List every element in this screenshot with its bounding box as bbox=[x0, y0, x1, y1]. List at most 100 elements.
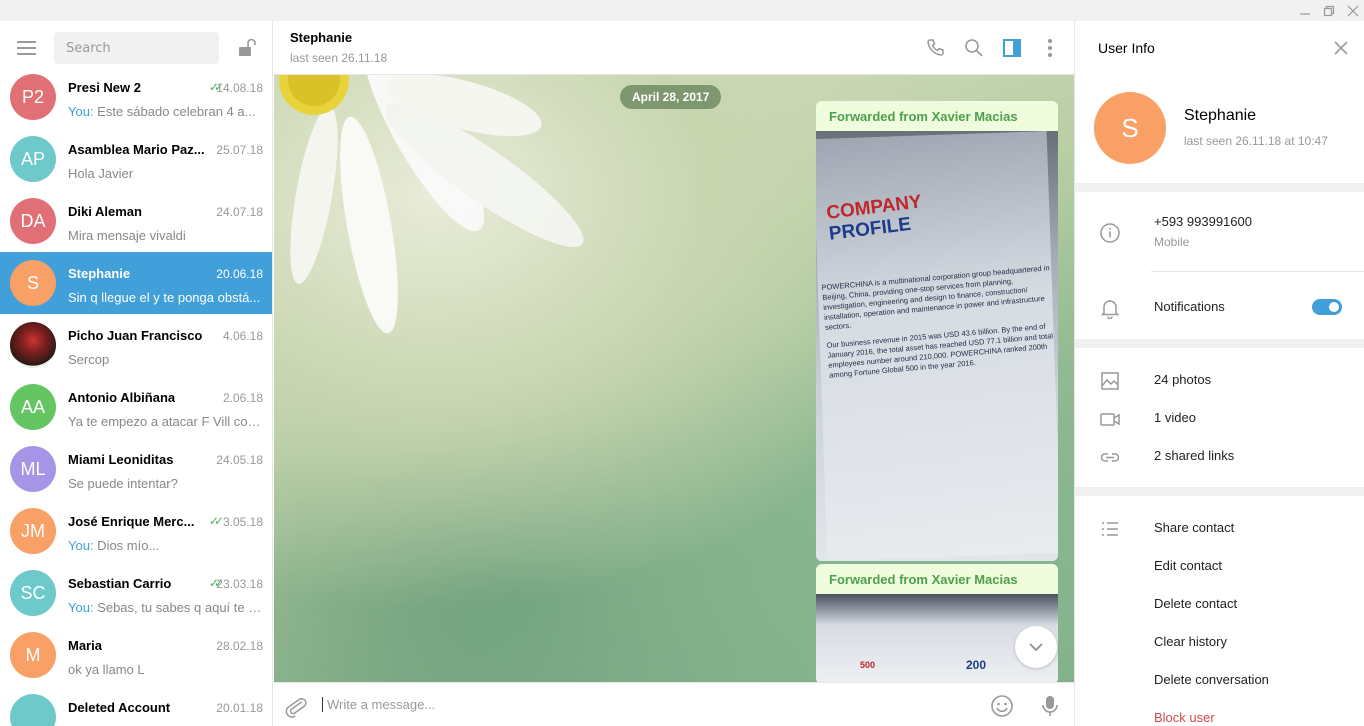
photos-count: 24 photos bbox=[1154, 372, 1212, 387]
chat-list-panel: Search P2 Presi New 2 ✓✓ 14.08.18 You: Este … bbox=[0, 21, 273, 726]
list-icon bbox=[1099, 518, 1121, 540]
chat-preview: Se puede intentar? bbox=[68, 476, 264, 491]
avatar: DA bbox=[10, 198, 56, 244]
chat-date: 28.02.18 bbox=[216, 639, 263, 653]
preview-text: Dios mío... bbox=[93, 538, 160, 553]
close-window-button[interactable] bbox=[1339, 0, 1364, 21]
preview-text: ok ya llamo L bbox=[68, 662, 145, 677]
chat-date: 3.05.18 bbox=[222, 515, 263, 529]
chat-list-item[interactable]: Picho Juan Francisco 4.06.18 Sercop bbox=[0, 314, 272, 376]
chat-list-item[interactable]: ML Miami Leoniditas 24.05.18 Se puede inten… bbox=[0, 438, 272, 500]
chat-list-item[interactable]: M Maria 28.02.18 ok ya llamo L bbox=[0, 624, 272, 686]
notifications-toggle[interactable] bbox=[1312, 299, 1342, 315]
user-info-header-section: User Info S Stephanie last seen 26.11.18… bbox=[1075, 21, 1364, 183]
preview-text: Mira mensaje vivaldi bbox=[68, 228, 186, 243]
chat-background: April 28, 2017 Forwarded from Xavier Mac… bbox=[274, 75, 1074, 682]
chat-list-item[interactable]: JM José Enrique Merc... ✓✓ 3.05.18 You: Dios… bbox=[0, 500, 272, 562]
chat-name: Picho Juan Francisco bbox=[68, 328, 203, 343]
lock-icon[interactable] bbox=[236, 37, 258, 59]
block-user-button[interactable]: Block user bbox=[1154, 710, 1215, 725]
microphone-icon[interactable] bbox=[1038, 694, 1062, 718]
forwarded-header[interactable]: Forwarded from Xavier Macias bbox=[816, 564, 1058, 594]
delete-conversation-button[interactable]: Delete conversation bbox=[1154, 672, 1269, 687]
chat-name: José Enrique Merc... bbox=[68, 514, 195, 529]
sidebar-toggle-icon[interactable] bbox=[1001, 37, 1023, 59]
chevron-down-icon bbox=[1029, 643, 1043, 652]
emoji-icon[interactable] bbox=[990, 694, 1014, 718]
chat-list-item[interactable]: P2 Presi New 2 ✓✓ 14.08.18 You: Este sábado … bbox=[0, 66, 272, 128]
notifications-label: Notifications bbox=[1154, 299, 1225, 314]
links-count: 2 shared links bbox=[1154, 448, 1235, 463]
photo-document: COMPANY PROFILE POWERCHINA is a multinat… bbox=[816, 131, 1058, 561]
phone-row[interactable]: +593 993991600 Mobile bbox=[1075, 214, 1364, 250]
chat-preview: You: Dios mío... bbox=[68, 538, 264, 553]
message-input[interactable]: Write a message... bbox=[322, 697, 435, 712]
chat-date: 20.06.18 bbox=[216, 267, 263, 281]
chat-date: 23.03.18 bbox=[216, 577, 263, 591]
search-icon[interactable] bbox=[963, 37, 985, 59]
forwarded-message[interactable]: Forwarded from Xavier Macias 500 200 bbox=[816, 564, 1058, 682]
chat-date: 24.05.18 bbox=[216, 453, 263, 467]
attach-icon[interactable] bbox=[284, 694, 308, 718]
chat-name: Presi New 2 bbox=[68, 80, 141, 95]
photo-badge: 200 bbox=[966, 658, 987, 672]
preview-text: Hola Javier bbox=[68, 166, 134, 181]
phone-icon[interactable] bbox=[925, 37, 947, 59]
links-row[interactable]: 2 shared links bbox=[1075, 438, 1364, 474]
menu-icon[interactable] bbox=[17, 41, 37, 55]
conversation-header: Stephanie last seen 26.11.18 bbox=[274, 21, 1074, 75]
notifications-row[interactable]: Notifications bbox=[1075, 289, 1364, 325]
photos-row[interactable]: 24 photos bbox=[1075, 362, 1364, 398]
search-input[interactable]: Search bbox=[54, 32, 219, 64]
delete-contact-button[interactable]: Delete contact bbox=[1154, 596, 1237, 611]
chat-list-item[interactable]: AA Antonio Albiñana 2.06.18 Ya te empezo a … bbox=[0, 376, 272, 438]
block-user-row[interactable]: Block user bbox=[1075, 700, 1364, 726]
video-row[interactable]: 1 video bbox=[1075, 400, 1364, 436]
edit-contact-button[interactable]: Edit contact bbox=[1154, 558, 1222, 573]
user-info-title: User Info bbox=[1098, 40, 1155, 56]
chat-date: 14.08.18 bbox=[216, 81, 263, 95]
more-options-icon[interactable] bbox=[1039, 37, 1061, 59]
chat-name: Miami Leoniditas bbox=[68, 452, 174, 467]
message-photo[interactable]: COMPANY PROFILE POWERCHINA is a multinat… bbox=[816, 131, 1058, 561]
delete-conversation-row[interactable]: Delete conversation bbox=[1075, 662, 1364, 698]
preview-text: Este sábado celebran 4 a... bbox=[93, 104, 256, 119]
conversation-title[interactable]: Stephanie bbox=[290, 30, 352, 45]
conversation-status: last seen 26.11.18 bbox=[290, 51, 388, 65]
chat-date: 25.07.18 bbox=[216, 143, 263, 157]
chat-name: Diki Aleman bbox=[68, 204, 142, 219]
clear-history-button[interactable]: Clear history bbox=[1154, 634, 1227, 649]
chat-preview: You: Sebas, tu sabes q aquí te q... bbox=[68, 600, 264, 615]
date-separator: April 28, 2017 bbox=[620, 85, 722, 109]
avatar[interactable]: S bbox=[1094, 92, 1166, 164]
share-contact-button[interactable]: Share contact bbox=[1154, 520, 1234, 535]
chat-list-item[interactable]: DA Diki Aleman 24.07.18 Mira mensaje vivald… bbox=[0, 190, 272, 252]
link-icon bbox=[1099, 446, 1121, 468]
chat-name: Maria bbox=[68, 638, 102, 653]
chat-name: Deleted Account bbox=[68, 700, 171, 715]
chat-list-item[interactable]: AP Asamblea Mario Paz... 25.07.18 Hola Javi… bbox=[0, 128, 272, 190]
photo-badge: 500 bbox=[860, 660, 876, 670]
chat-list-item[interactable]: Deleted Account 20.01.18 bbox=[0, 686, 272, 726]
forwarded-header[interactable]: Forwarded from Xavier Macias bbox=[816, 101, 1058, 131]
chat-name: Sebastian Carrio bbox=[68, 576, 172, 591]
video-count: 1 video bbox=[1154, 410, 1196, 425]
chat-name: Antonio Albiñana bbox=[68, 390, 176, 405]
delete-contact-row[interactable]: Delete contact bbox=[1075, 586, 1364, 622]
user-name: Stephanie bbox=[1184, 107, 1257, 124]
chat-list-item[interactable]: SC Sebastian Carrio ✓✓ 23.03.18 You: Sebas, … bbox=[0, 562, 272, 624]
scroll-down-button[interactable] bbox=[1015, 626, 1057, 668]
edit-contact-row[interactable]: Edit contact bbox=[1075, 548, 1364, 584]
chat-list-item[interactable]: S Stephanie 20.06.18 Sin q llegue el y te p… bbox=[0, 252, 272, 314]
photo-paragraph: POWERCHINA is a multinational corporatio… bbox=[821, 263, 1050, 332]
chat-preview: Hola Javier bbox=[68, 166, 264, 181]
chat-preview: Sin q llegue el y te ponga obstá... bbox=[68, 290, 264, 305]
close-icon[interactable] bbox=[1333, 40, 1349, 56]
forwarded-message[interactable]: Forwarded from Xavier Macias COMPANY PRO… bbox=[816, 101, 1058, 561]
avatar: ML bbox=[10, 446, 56, 492]
preview-text: Sercop bbox=[68, 352, 110, 367]
photo-text: POWERCHINA is a multinational corporatio… bbox=[821, 263, 1058, 389]
clear-history-row[interactable]: Clear history bbox=[1075, 624, 1364, 660]
share-contact-row[interactable]: Share contact bbox=[1075, 510, 1364, 546]
shared-media-section: 24 photos 1 video 2 shared links bbox=[1075, 348, 1364, 487]
